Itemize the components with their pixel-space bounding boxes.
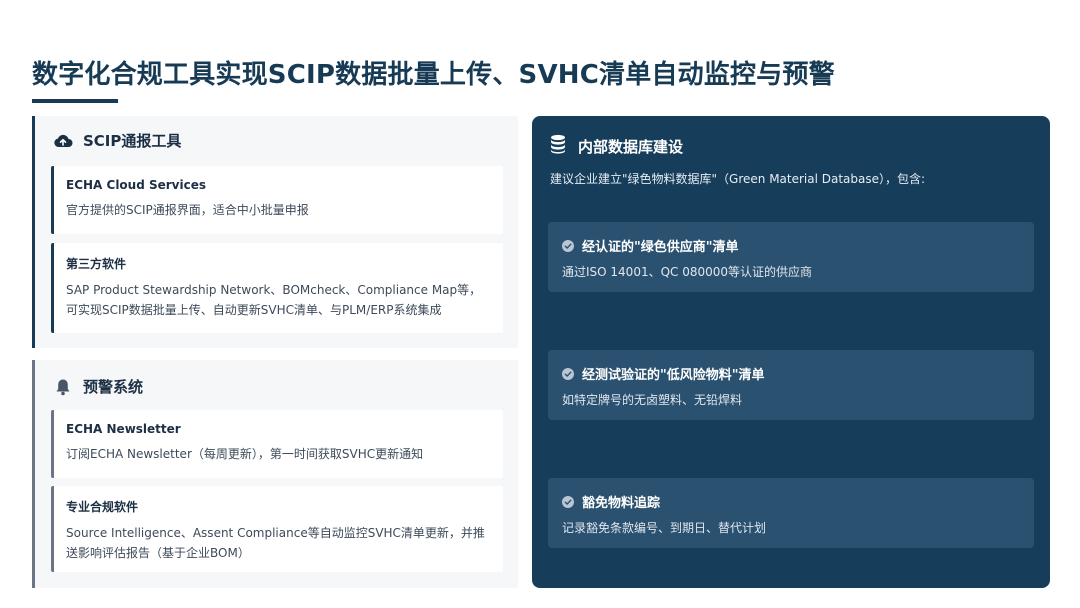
internal-database-heading: 内部数据库建设	[578, 137, 684, 156]
title-underline	[32, 99, 118, 103]
alert-card-compliance-software: 专业合规软件 Source Intelligence、Assent Compli…	[51, 486, 503, 572]
item-title: 豁免物料追踪	[582, 496, 661, 511]
internal-database-intro: 建议企业建立"绿色物料数据库"（Green Material Database）…	[550, 172, 926, 186]
card-title: ECHA Cloud Services	[66, 178, 207, 192]
cloud-upload-icon	[53, 131, 73, 151]
database-item-green-suppliers: 经认证的"绿色供应商"清单 通过ISO 14001、QC 080000等认证的供…	[548, 222, 1034, 292]
scip-card-echa-cloud: ECHA Cloud Services 官方提供的SCIP通报界面，适合中小批量…	[51, 166, 503, 234]
alert-system-header: 预警系统	[53, 376, 143, 397]
item-desc: 如特定牌号的无卤塑料、无铅焊料	[562, 393, 743, 407]
card-title: ECHA Newsletter	[66, 422, 181, 436]
alert-card-echa-newsletter: ECHA Newsletter 订阅ECHA Newsletter（每周更新），…	[51, 410, 503, 478]
card-title: 第三方软件	[66, 257, 127, 271]
internal-database-panel: 内部数据库建设 建议企业建立"绿色物料数据库"（Green Material D…	[532, 116, 1050, 588]
item-title: 经认证的"绿色供应商"清单	[582, 240, 739, 255]
card-desc: Source Intelligence、Assent Compliance等自动…	[66, 526, 485, 560]
alert-system-heading: 预警系统	[83, 378, 144, 396]
alert-system-panel: 预警系统 ECHA Newsletter 订阅ECHA Newsletter（每…	[32, 360, 518, 588]
check-circle-icon	[562, 367, 574, 380]
page-title: 数字化合规工具实现SCIP数据批量上传、SVHC清单自动监控与预警	[32, 60, 835, 90]
scip-tools-panel: SCIP通报工具 ECHA Cloud Services 官方提供的SCIP通报…	[32, 116, 518, 348]
database-icon	[550, 134, 566, 158]
item-desc: 通过ISO 14001、QC 080000等认证的供应商	[562, 265, 813, 279]
scip-card-third-party: 第三方软件 SAP Product Stewardship Network、BO…	[51, 243, 503, 333]
check-circle-icon	[562, 239, 574, 252]
check-circle-icon	[562, 495, 574, 508]
bell-icon	[53, 377, 73, 397]
card-desc: 订阅ECHA Newsletter（每周更新），第一时间获取SVHC更新通知	[66, 447, 424, 461]
scip-tools-header: SCIP通报工具	[53, 130, 181, 151]
internal-database-header: 内部数据库建设	[550, 134, 683, 158]
card-title: 专业合规软件	[66, 500, 139, 514]
card-desc: SAP Product Stewardship Network、BOMcheck…	[66, 283, 482, 317]
scip-tools-heading: SCIP通报工具	[83, 132, 182, 150]
item-desc: 记录豁免条款编号、到期日、替代计划	[562, 521, 767, 535]
item-title: 经测试验证的"低风险物料"清单	[582, 368, 765, 383]
card-desc: 官方提供的SCIP通报界面，适合中小批量申报	[66, 203, 309, 217]
database-item-exemption-tracking: 豁免物料追踪 记录豁免条款编号、到期日、替代计划	[548, 478, 1034, 548]
database-item-low-risk-materials: 经测试验证的"低风险物料"清单 如特定牌号的无卤塑料、无铅焊料	[548, 350, 1034, 420]
